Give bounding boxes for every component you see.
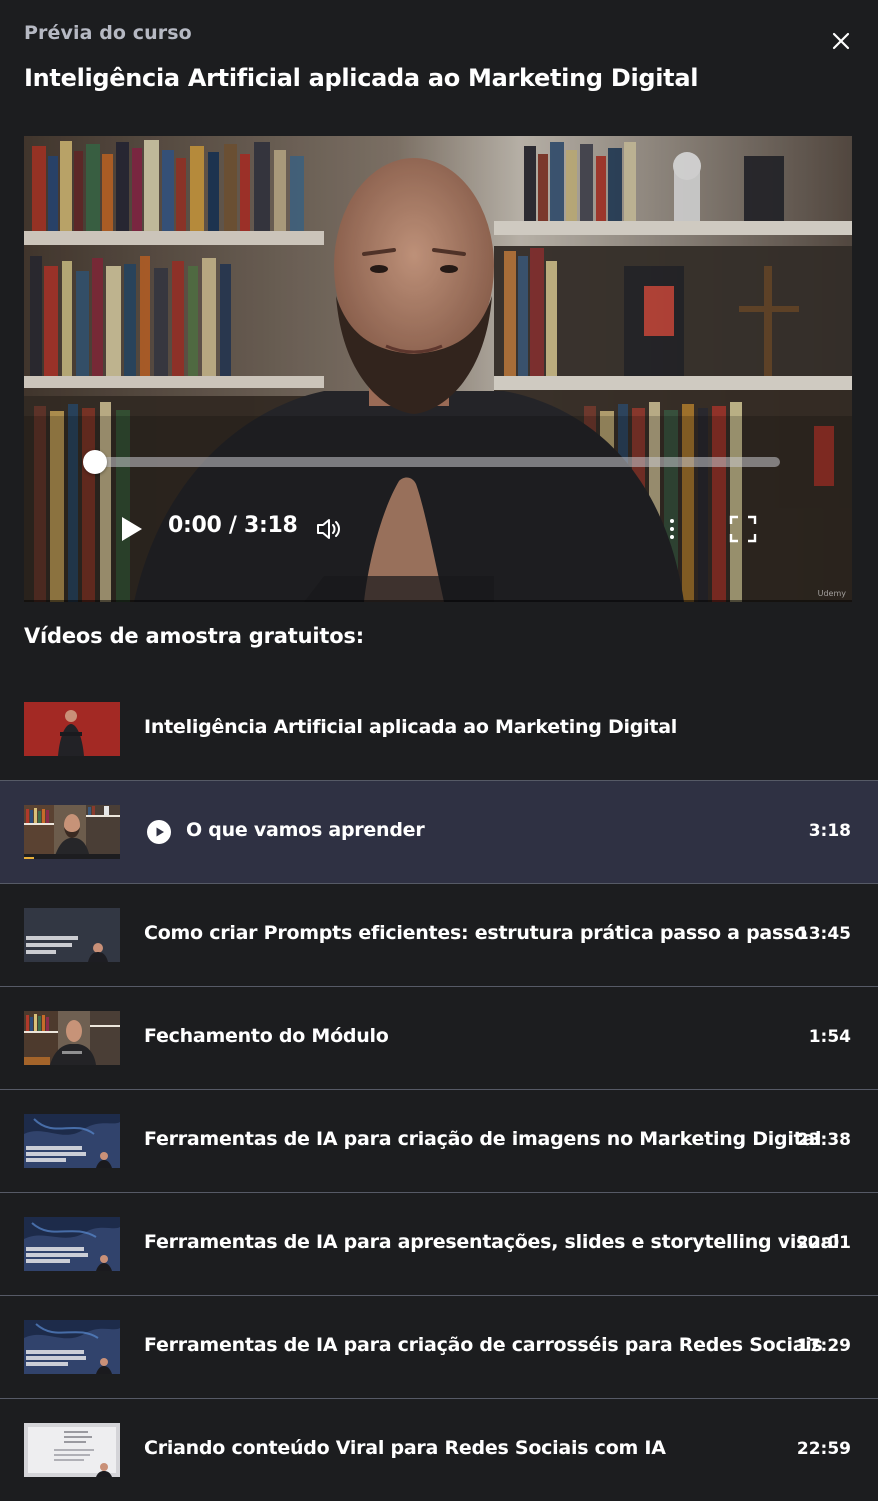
sample-item-duration: 22:01 xyxy=(796,1233,851,1253)
sample-item-title: Inteligência Artificial aplicada ao Mark… xyxy=(144,716,678,738)
video-thumbnail xyxy=(24,805,120,859)
sample-item[interactable]: Como criar Prompts eficientes: estrutura… xyxy=(0,884,878,987)
preview-eyebrow: Prévia do curso xyxy=(24,22,192,44)
sample-video-list: Inteligência Artificial aplicada ao Mark… xyxy=(0,678,878,1501)
sample-item-title: Como criar Prompts eficientes: estrutura… xyxy=(144,922,807,944)
video-thumbnail xyxy=(24,1423,120,1477)
video-thumbnail xyxy=(24,908,120,962)
video-thumbnail xyxy=(24,1217,120,1271)
video-thumbnail xyxy=(24,702,120,756)
sample-item-duration: 13:45 xyxy=(796,924,851,944)
progress-bar[interactable] xyxy=(96,457,780,467)
video-bottom-edge xyxy=(24,600,852,602)
time-display: 0:00 / 3:18 xyxy=(168,513,298,538)
video-thumbnail xyxy=(24,1011,120,1065)
sample-item-title: O que vamos aprender xyxy=(186,819,425,841)
preview-header: Prévia do curso Inteligência Artificial … xyxy=(24,22,854,92)
sample-item-duration: 23:38 xyxy=(796,1130,851,1150)
watermark: Udemy xyxy=(817,589,846,598)
sample-item-duration: 3:18 xyxy=(808,821,851,841)
sample-item[interactable]: Ferramentas de IA para apresentações, sl… xyxy=(0,1193,878,1296)
volume-icon[interactable] xyxy=(314,514,344,544)
sample-item[interactable]: Ferramentas de IA para criação de imagen… xyxy=(0,1090,878,1193)
sample-item-active[interactable]: O que vamos aprender 3:18 xyxy=(0,781,878,884)
video-thumbnail xyxy=(24,1320,120,1374)
course-title: Inteligência Artificial aplicada ao Mark… xyxy=(24,64,699,92)
volume-button[interactable] xyxy=(314,514,344,544)
sample-item-duration: 1:54 xyxy=(808,1027,851,1047)
sample-item-title: Ferramentas de IA para criação de carros… xyxy=(144,1334,823,1356)
sample-item-title: Ferramentas de IA para apresentações, sl… xyxy=(144,1231,840,1253)
sample-item-duration: 22:59 xyxy=(796,1439,851,1459)
sample-item[interactable]: Ferramentas de IA para criação de carros… xyxy=(0,1296,878,1399)
video-thumbnail xyxy=(24,1114,120,1168)
sample-item-title: Ferramentas de IA para criação de imagen… xyxy=(144,1128,822,1150)
close-icon[interactable] xyxy=(828,28,854,54)
fullscreen-icon[interactable] xyxy=(728,514,758,544)
close-button[interactable] xyxy=(828,28,854,54)
more-options-button[interactable] xyxy=(664,514,680,544)
sample-item-title: Criando conteúdo Viral para Redes Sociai… xyxy=(144,1437,666,1459)
fullscreen-button[interactable] xyxy=(728,514,758,544)
sample-item-duration: 17:29 xyxy=(796,1336,851,1356)
video-player[interactable]: 0:00 / 3:18 Udemy xyxy=(24,136,852,602)
play-button[interactable] xyxy=(118,514,146,544)
play-icon[interactable] xyxy=(118,514,146,544)
sample-item[interactable]: Inteligência Artificial aplicada ao Mark… xyxy=(0,678,878,781)
progress-handle[interactable] xyxy=(83,450,107,474)
more-vertical-icon[interactable] xyxy=(664,514,680,544)
sample-item[interactable]: Fechamento do Módulo 1:54 xyxy=(0,987,878,1090)
samples-title: Vídeos de amostra gratuitos: xyxy=(24,624,364,648)
now-playing-icon xyxy=(147,820,171,844)
sample-item-title: Fechamento do Módulo xyxy=(144,1025,389,1047)
sample-item[interactable]: Criando conteúdo Viral para Redes Sociai… xyxy=(0,1399,878,1501)
